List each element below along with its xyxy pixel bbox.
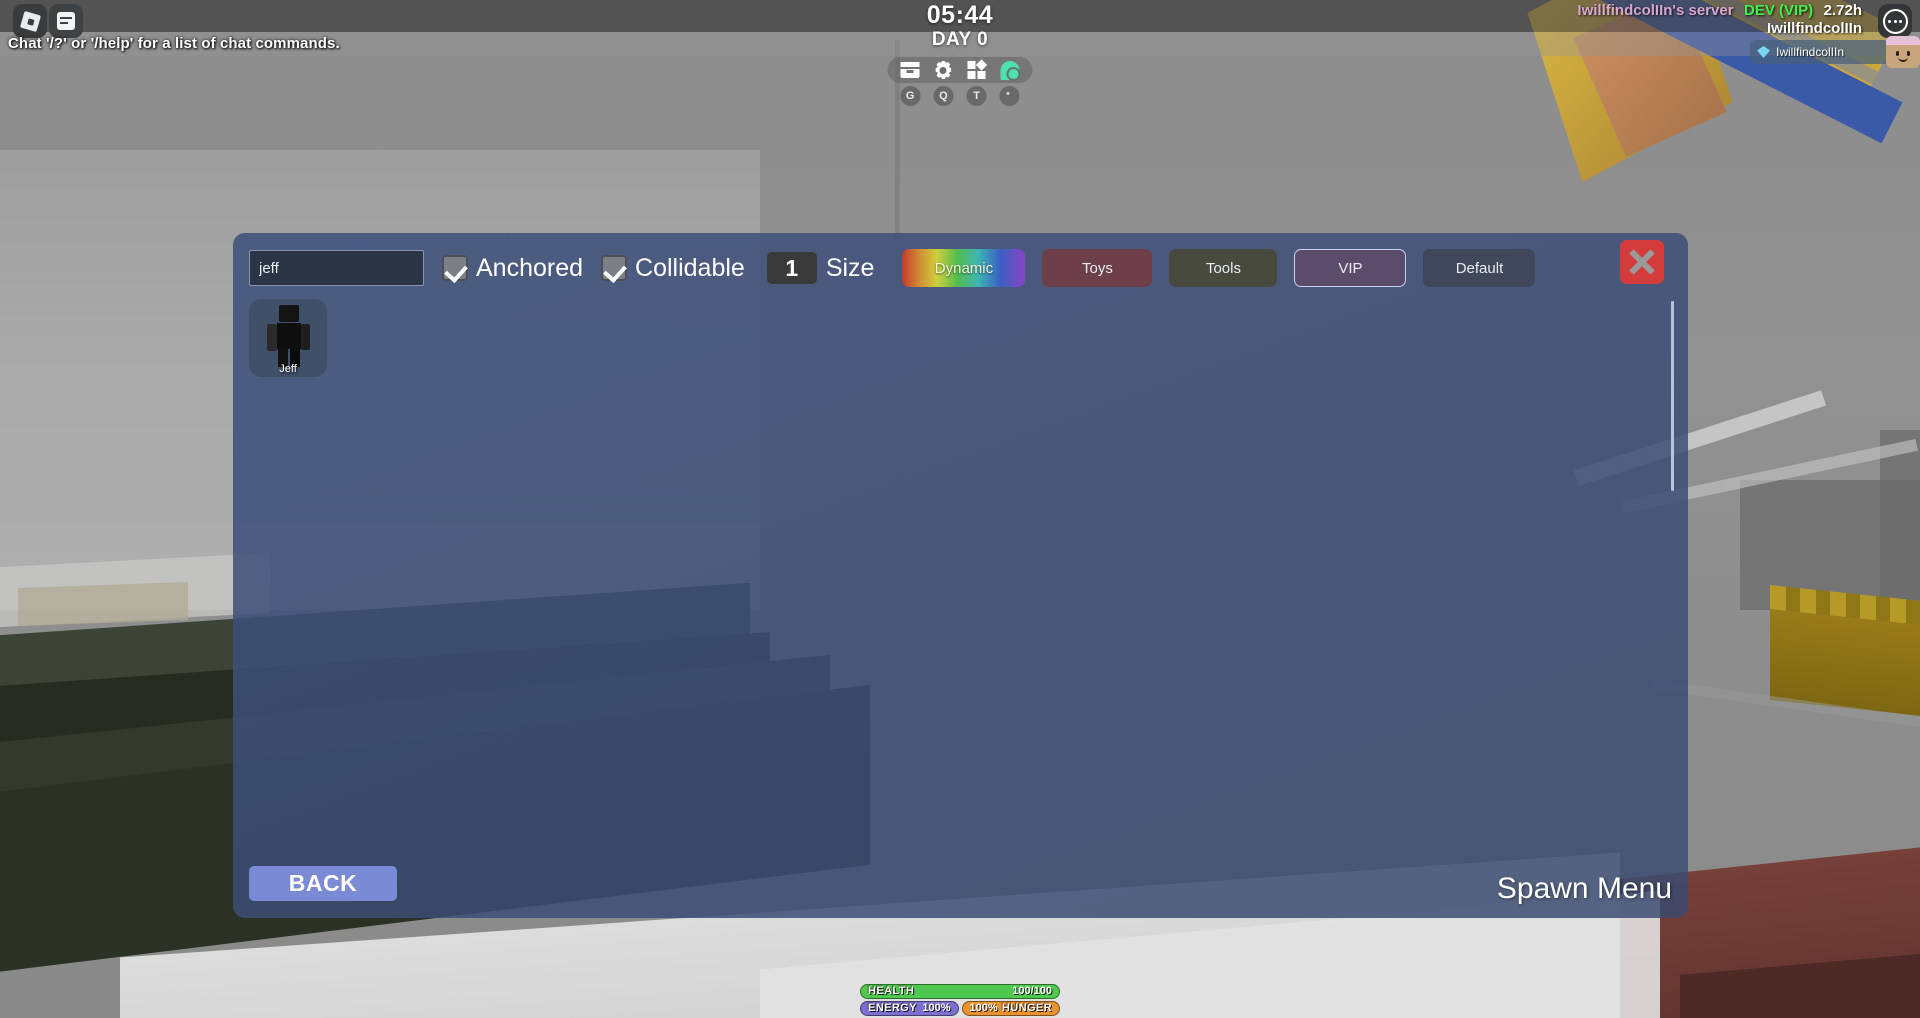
scrollbar-thumb[interactable] — [1671, 301, 1674, 491]
health-bar: HEALTH 100/100 — [860, 984, 1060, 999]
roblox-logo-icon[interactable] — [13, 4, 47, 38]
anchored-label: Anchored — [476, 253, 584, 282]
page-title: Spawn Menu — [1496, 872, 1672, 905]
item-thumbnail — [264, 305, 312, 367]
chat-message: Chat '/?' or '/help' for a list of chat … — [8, 35, 340, 52]
size-label: Size — [825, 253, 875, 282]
category-tools[interactable]: Tools — [1169, 249, 1278, 287]
health-label: HEALTH — [868, 985, 915, 997]
clock-day: DAY 0 — [931, 29, 989, 50]
keybind-q: Q — [933, 86, 954, 106]
chat-bubble-icon[interactable] — [49, 4, 83, 38]
server-name: IwillfindcolIIn's server — [1577, 2, 1734, 19]
anchored-checkbox[interactable]: Anchored — [442, 254, 583, 283]
energy-value: 100% — [922, 1002, 951, 1014]
status-bars: HEALTH 100/100 ENERGY 100% HUNGER 100% — [860, 984, 1060, 1018]
category-vip[interactable]: VIP — [1294, 249, 1407, 287]
spawn-menu-toolbar: Anchored Collidable 1 Size Dynamic Toys … — [249, 240, 1672, 289]
category-default[interactable]: Default — [1423, 249, 1536, 287]
hud-keybinds: G Q T — [888, 86, 1033, 106]
collidable-label: Collidable — [635, 253, 745, 282]
scrollbar[interactable] — [1671, 301, 1674, 891]
hunger-bar: HUNGER 100% — [961, 1001, 1060, 1016]
back-button[interactable]: BACK — [249, 866, 397, 901]
category-toys[interactable]: Toys — [1042, 249, 1153, 287]
spawn-menu-panel: Anchored Collidable 1 Size Dynamic Toys … — [233, 233, 1688, 918]
inventory-chest-icon[interactable] — [900, 60, 920, 80]
server-info: IwillfindcolIIn's server DEV (VIP) 2.72h… — [1577, 2, 1862, 38]
clock-time: 05:44 — [926, 1, 994, 29]
server-hours: 2.72h — [1823, 2, 1862, 19]
collidable-checkbox[interactable]: Collidable — [601, 254, 745, 283]
more-options-icon[interactable] — [1878, 4, 1912, 38]
player-name: IwillfindcolIIn — [1776, 45, 1845, 59]
player-list-item[interactable]: IwillfindcolIIn — [1750, 40, 1890, 64]
keybind-g: G — [900, 86, 921, 106]
close-button[interactable] — [1620, 240, 1664, 284]
catalog-grid-icon[interactable] — [967, 59, 987, 80]
collidable-checkbox-box[interactable] — [601, 255, 628, 281]
anchored-checkbox-box[interactable] — [442, 255, 468, 281]
health-value: 100/100 — [1012, 985, 1052, 997]
server-dev-tag: DEV (VIP) — [1744, 2, 1814, 19]
energy-label: ENERGY — [868, 1002, 917, 1014]
game-screen: Chat '/?' or '/help' for a list of chat … — [0, 0, 1920, 1018]
size-control: 1 Size — [766, 252, 875, 284]
hunger-value: 100% — [969, 1002, 998, 1014]
spawn-item-tile[interactable]: Jeff — [249, 299, 327, 377]
spawn-item-label: Jeff — [279, 363, 297, 375]
category-dynamic-label: Dynamic — [934, 259, 994, 277]
category-buttons: Dynamic Toys Tools VIP Default — [902, 249, 1536, 287]
search-input[interactable] — [249, 250, 424, 286]
server-username: IwillfindcolIIn — [1767, 20, 1862, 37]
energy-bar: ENERGY 100% — [860, 1001, 959, 1016]
clock: 05:44 DAY 0 — [840, 2, 1080, 51]
spawn-items-grid: Jeff — [249, 299, 1658, 854]
hunger-label: HUNGER — [1001, 1002, 1052, 1014]
settings-gear-icon[interactable] — [933, 60, 953, 80]
close-icon — [1627, 247, 1657, 277]
emote-icon[interactable] — [1000, 60, 1021, 81]
gem-icon — [1757, 46, 1770, 58]
keybind-emote — [999, 86, 1020, 106]
category-dynamic[interactable]: Dynamic — [902, 249, 1026, 287]
keybind-t: T — [966, 86, 987, 106]
size-input[interactable]: 1 — [766, 252, 817, 284]
hud-tray — [887, 57, 1033, 83]
avatar — [1886, 36, 1920, 68]
